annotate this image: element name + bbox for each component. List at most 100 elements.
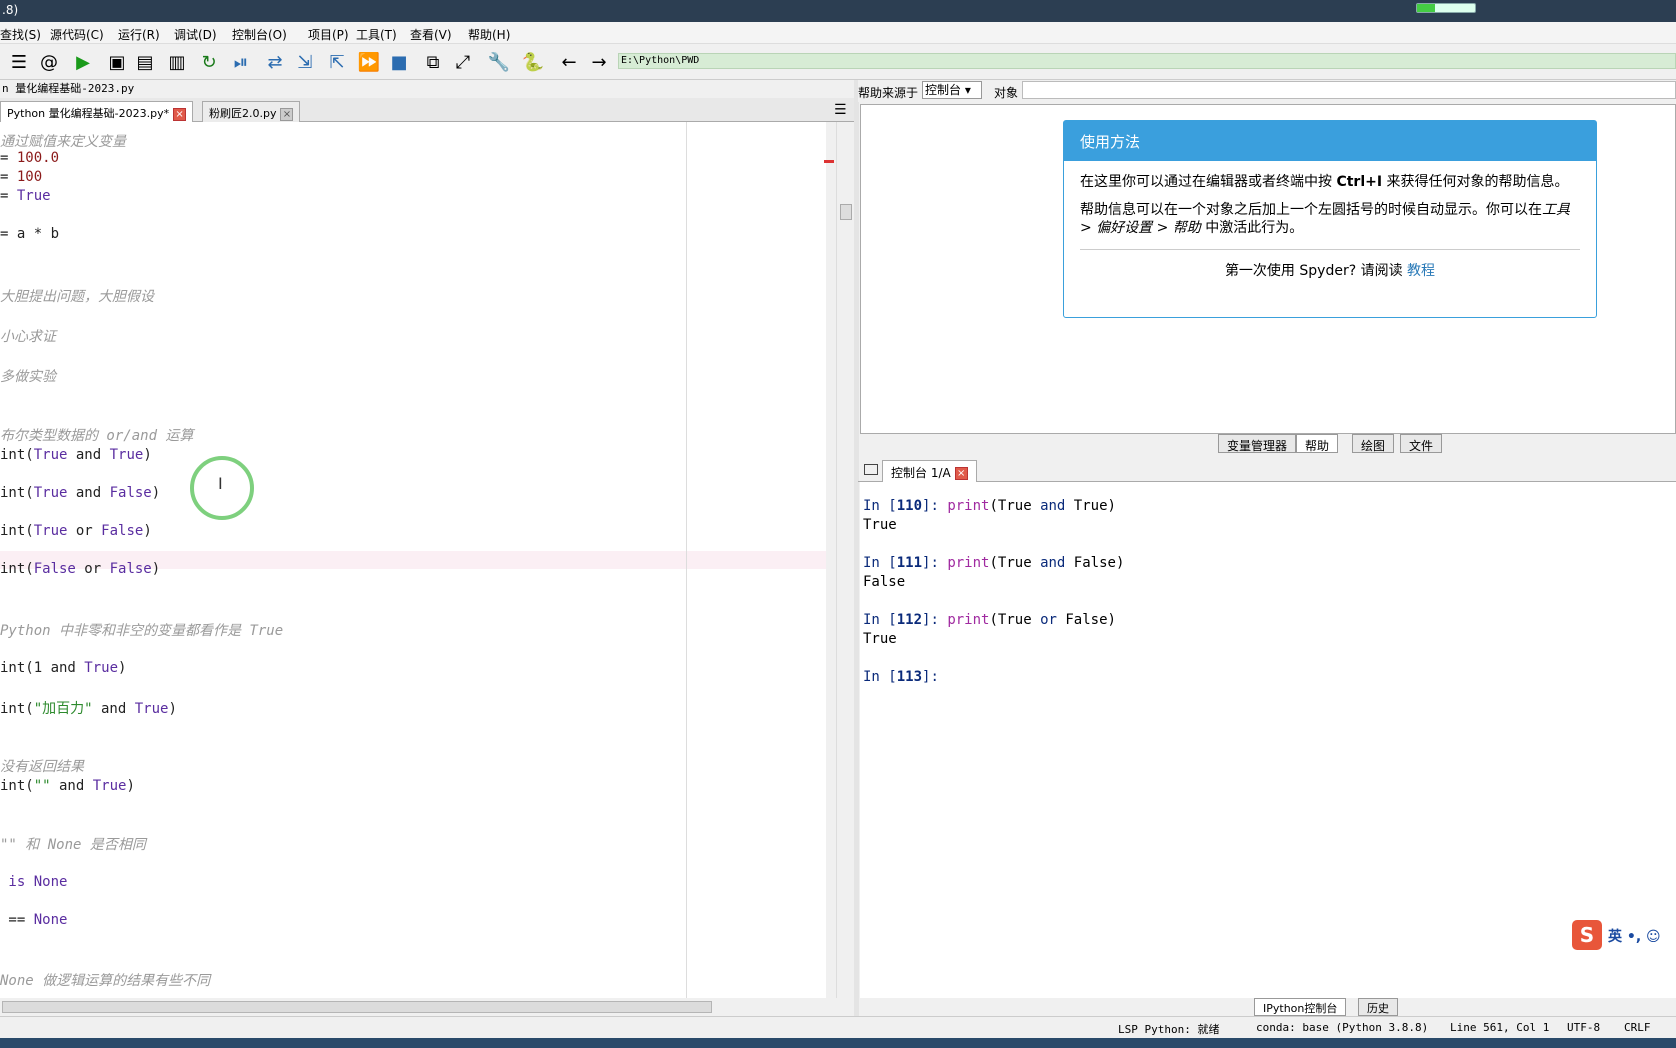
prompt-number: 113 <box>896 669 923 685</box>
pane-tab[interactable]: 变量管理器 <box>1218 434 1297 453</box>
menu-item[interactable]: 项目(P) <box>308 26 349 43</box>
sogou-logo: S <box>1572 920 1602 950</box>
code-token: print <box>947 498 990 514</box>
console-pane-tab[interactable]: 历史 <box>1358 998 1398 1016</box>
run-cell-icon[interactable]: ▣ <box>104 49 130 75</box>
maximize-pane-icon[interactable]: ⧉ <box>420 49 446 75</box>
chevron-down-icon: ▾ <box>964 83 971 97</box>
editor-tab[interactable]: Python 量化编程基础-2023.py* × <box>0 101 194 122</box>
pane-tab[interactable]: 绘图 <box>1352 434 1395 453</box>
console-pane-tab[interactable]: IPython控制台 <box>1254 998 1347 1016</box>
scrollbar-thumb[interactable] <box>2 1001 712 1013</box>
tutorial-link[interactable]: 教程 <box>1407 263 1435 279</box>
code-token: ) <box>151 485 161 501</box>
code-line: = 100.0 <box>0 150 59 166</box>
editor-vertical-scrollbar[interactable] <box>836 122 854 998</box>
menu-item[interactable]: 帮助(H) <box>468 26 510 43</box>
scrollbar-thumb[interactable] <box>840 204 852 220</box>
menu-item[interactable]: 运行(R) <box>118 26 160 43</box>
code-line: int(1 and True) <box>0 660 126 676</box>
ime-toolbar[interactable]: S 英 •, ☺ <box>1572 920 1676 952</box>
ime-status[interactable]: 英 •, ☺ <box>1608 926 1661 946</box>
close-icon[interactable]: × <box>954 467 968 480</box>
pane-tab[interactable]: 帮助 <box>1296 434 1339 453</box>
pane-tab[interactable]: 文件 <box>1400 434 1443 453</box>
run-selection-icon[interactable]: ▥ <box>164 49 190 75</box>
code-token: None <box>33 912 68 928</box>
continue-icon[interactable]: ⏩ <box>356 49 382 75</box>
code-token: and <box>67 485 110 501</box>
code-token: ) <box>1107 498 1116 514</box>
menu-item[interactable]: 查找(S) <box>0 26 41 43</box>
cursor-position: Line 561, Col 1 <box>1450 1021 1550 1034</box>
code-line: 布尔类型数据的 or/and 运算 <box>0 428 194 444</box>
stop-icon[interactable]: ■ <box>386 49 412 75</box>
title-bar: .8) <box>0 0 1676 22</box>
prompt-number: 111 <box>896 555 923 571</box>
menu-item[interactable]: 调试(D) <box>174 26 217 43</box>
python-path-icon[interactable]: 🐍 <box>520 49 546 75</box>
preferences-icon[interactable]: 🔧 <box>486 49 512 75</box>
working-directory-field[interactable]: E:\Python\PWD <box>618 53 1676 69</box>
step-icon[interactable]: ⇄ <box>262 49 288 75</box>
pane-tab-bar: 变量管理器 帮助 绘图 文件 <box>860 434 1676 454</box>
close-icon[interactable]: × <box>173 107 187 121</box>
code-line: None 做逻辑运算的结果有些不同 <box>0 973 211 989</box>
close-icon[interactable]: × <box>280 107 294 121</box>
pane-splitter[interactable] <box>854 80 859 1016</box>
menu-item[interactable]: 查看(V) <box>410 26 452 43</box>
editor-tab-label: 粉刷匠2.0.py <box>209 107 277 120</box>
code-token: True <box>1073 498 1108 514</box>
code-token: = a * b <box>0 226 60 242</box>
forward-icon[interactable]: → <box>586 49 612 75</box>
line-endings: CRLF <box>1624 1021 1651 1034</box>
hamburger-menu-icon[interactable]: ☰ <box>834 102 847 118</box>
code-line: = True <box>0 188 51 204</box>
console-output-line: True <box>863 631 897 647</box>
console-prompt-line[interactable]: In [113]: <box>863 669 939 685</box>
object-label: 对象 <box>994 86 1019 100</box>
run-icon[interactable]: ▶ <box>70 49 96 75</box>
code-token: ) <box>118 660 127 676</box>
at-icon[interactable]: @ <box>36 49 62 75</box>
ipython-console[interactable]: In [110]: print(True and True) True In [11… <box>860 482 1676 998</box>
code-token: ) <box>1115 555 1125 571</box>
code-token: True <box>33 523 68 539</box>
list-icon[interactable]: ☰ <box>6 49 32 75</box>
code-line: "" 和 None 是否相同 <box>0 837 146 853</box>
back-icon[interactable]: ← <box>556 49 582 75</box>
folder-icon[interactable] <box>864 464 878 475</box>
help-source-select[interactable]: 控制台 ▾ <box>922 81 982 99</box>
editor-tab[interactable]: 粉刷匠2.0.py × <box>202 101 301 122</box>
rerun-icon[interactable]: ↻ <box>196 49 222 75</box>
debug-icon[interactable]: ⏯ <box>228 49 254 75</box>
prompt: In [ <box>863 555 897 571</box>
prompt: ]: <box>922 498 948 514</box>
step-into-icon[interactable]: ⇲ <box>292 49 318 75</box>
prompt: In [ <box>863 498 897 514</box>
menu-item[interactable]: 源代码(C) <box>50 26 104 43</box>
editor-horizontal-scrollbar[interactable] <box>0 998 836 1016</box>
run-cell-advance-icon[interactable]: ▤ <box>132 49 158 75</box>
code-token: False <box>1065 612 1108 628</box>
fullscreen-icon[interactable]: ⤢ <box>450 49 476 75</box>
menu-item[interactable]: 控制台(O) <box>232 26 287 43</box>
code-token: and <box>50 778 93 794</box>
code-token: = <box>0 188 17 204</box>
menu-item[interactable]: 工具(T) <box>356 26 397 43</box>
step-return-icon[interactable]: ⇱ <box>324 49 350 75</box>
code-token: None <box>33 874 68 890</box>
code-editor[interactable]: I 通过赋值来定义变量 = 100.0 = 100 = True = a * b 大胆提出… <box>0 122 826 998</box>
code-token: False <box>101 523 144 539</box>
code-line: = a * b <box>0 226 59 242</box>
file-encoding: UTF-8 <box>1567 1021 1601 1034</box>
code-token: True <box>997 555 1032 571</box>
console-tab[interactable]: 控制台 1/A × <box>882 460 977 482</box>
text-cursor-icon: I <box>218 474 223 493</box>
lsp-status: LSP Python: 就绪 <box>1118 1023 1220 1036</box>
code-line: = 100 <box>0 169 42 185</box>
usage-card-title: 使用方法 <box>1064 121 1596 161</box>
object-input[interactable] <box>1022 81 1676 99</box>
code-token: int( <box>0 485 34 501</box>
